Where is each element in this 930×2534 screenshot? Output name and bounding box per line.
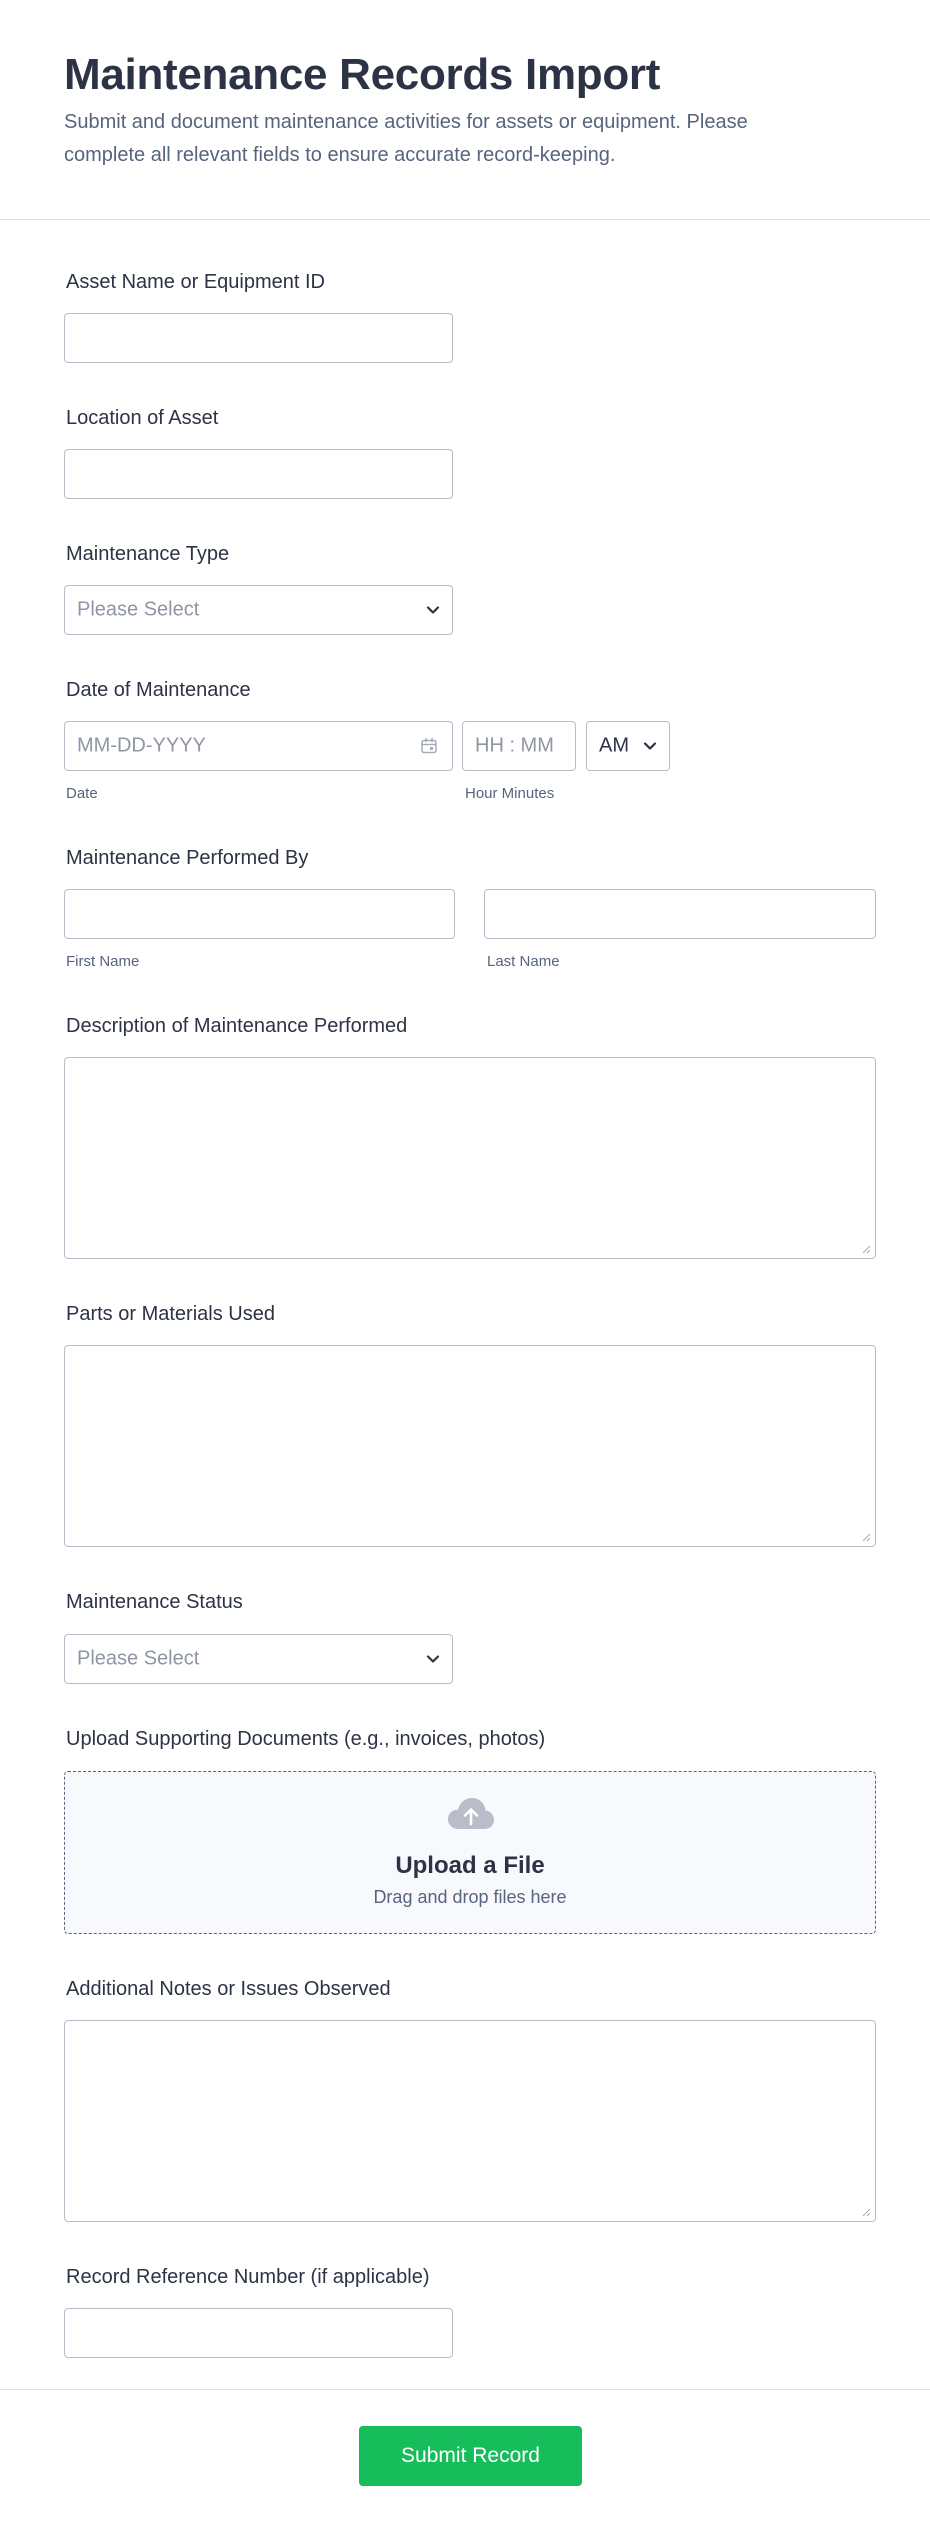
last-name-input[interactable]: [484, 889, 876, 939]
first-name-sublabel: First Name: [66, 953, 140, 970]
parts-label: Parts or Materials Used: [66, 1303, 275, 1325]
asset-name-label: Asset Name or Equipment ID: [66, 271, 325, 293]
last-name-sublabel: Last Name: [487, 953, 560, 970]
maintenance-type-label: Maintenance Type: [66, 543, 230, 565]
reference-input[interactable]: [64, 2308, 453, 2358]
status-placeholder: Please Select: [77, 1647, 200, 1670]
chevron-down-icon: [643, 742, 657, 750]
page-title: Maintenance Records Import: [64, 50, 661, 99]
notes-label: Additional Notes or Issues Observed: [66, 1978, 391, 2000]
time-input[interactable]: HH : MM: [462, 721, 576, 771]
date-label: Date of Maintenance: [66, 679, 251, 701]
page-subtitle: Submit and document maintenance activiti…: [64, 111, 748, 166]
upload-dropzone[interactable]: Upload a File Drag and drop files here: [64, 1771, 876, 1934]
asset-name-input[interactable]: [64, 313, 453, 363]
resize-handle-icon[interactable]: [861, 1532, 871, 1542]
ampm-value: AM: [599, 734, 629, 757]
first-name-input[interactable]: [64, 889, 455, 939]
upload-subtitle: Drag and drop files here: [373, 1887, 567, 1907]
location-label: Location of Asset: [66, 407, 219, 429]
description-textarea[interactable]: [64, 1057, 876, 1259]
maintenance-type-select[interactable]: Please Select: [64, 585, 453, 635]
calendar-icon[interactable]: [420, 737, 438, 755]
resize-handle-icon[interactable]: [861, 2207, 871, 2217]
date-input[interactable]: MM-DD-YYYY: [64, 721, 453, 771]
parts-textarea[interactable]: [64, 1345, 876, 1547]
resize-handle-icon[interactable]: [861, 1244, 871, 1254]
maintenance-type-placeholder: Please Select: [77, 598, 200, 621]
upload-label: Upload Supporting Documents (e.g., invoi…: [66, 1728, 546, 1750]
location-input[interactable]: [64, 449, 453, 499]
performed-by-label: Maintenance Performed By: [66, 847, 309, 869]
form-footer: Submit Record: [0, 2389, 930, 2534]
upload-cloud-icon: [448, 1798, 494, 1829]
upload-title: Upload a File: [395, 1852, 545, 1879]
chevron-down-icon: [426, 1655, 440, 1663]
time-sublabel: Hour Minutes: [465, 785, 555, 802]
description-label: Description of Maintenance Performed: [66, 1015, 408, 1037]
date-placeholder: MM-DD-YYYY: [77, 734, 206, 757]
status-label: Maintenance Status: [66, 1591, 243, 1613]
status-select[interactable]: Please Select: [64, 1634, 453, 1684]
notes-textarea[interactable]: [64, 2020, 876, 2222]
form-header: Maintenance Records Import Submit and do…: [0, 0, 930, 220]
date-sublabel: Date: [66, 785, 98, 802]
submit-button[interactable]: Submit Record: [359, 2426, 582, 2486]
time-placeholder: HH : MM: [475, 734, 554, 757]
reference-label: Record Reference Number (if applicable): [66, 2266, 430, 2288]
chevron-down-icon: [426, 606, 440, 614]
ampm-select[interactable]: AM: [586, 721, 670, 771]
